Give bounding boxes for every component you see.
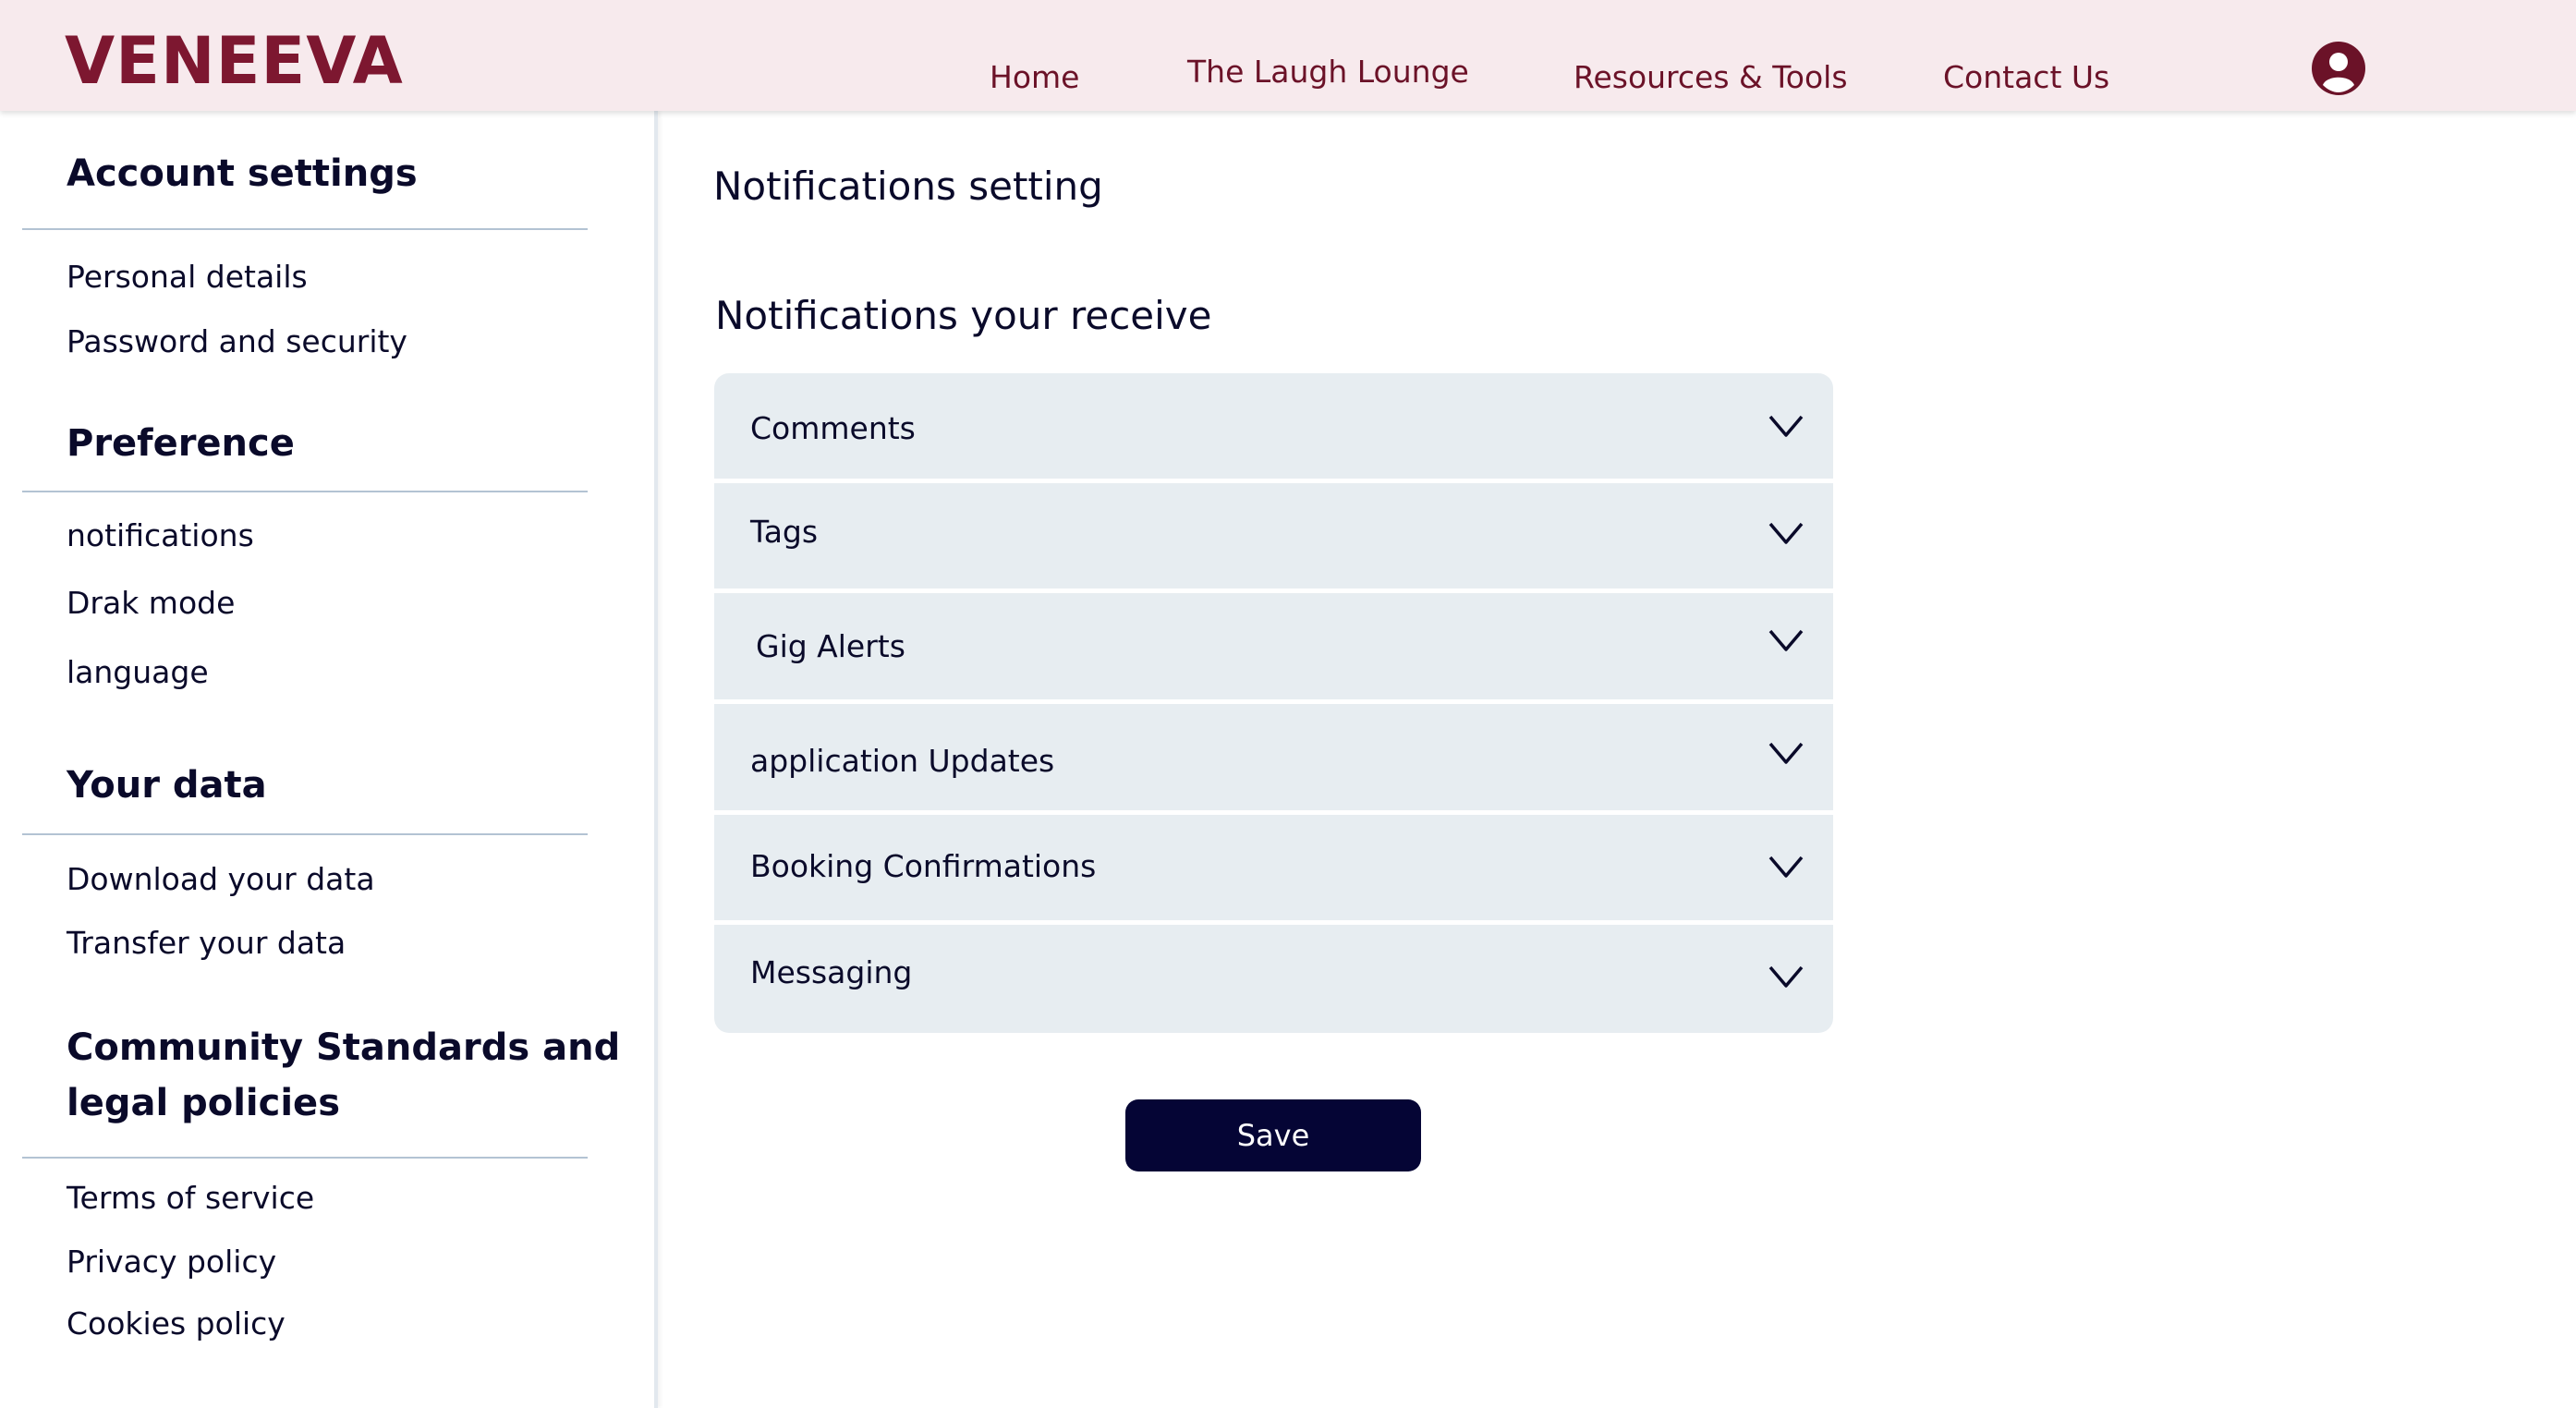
nav-link-home[interactable]: Home — [990, 59, 1079, 96]
accordion-item-gig-alerts[interactable]: Gig Alerts — [714, 593, 1833, 699]
nav-link-resources-tools[interactable]: Resources & Tools — [1574, 59, 1848, 96]
sidebar-item-cookies-policy[interactable]: Cookies policy — [67, 1305, 286, 1342]
sidebar-item-terms-of-service[interactable]: Terms of service — [67, 1180, 314, 1217]
user-circle-icon[interactable] — [2312, 42, 2365, 95]
sidebar-item-notifications[interactable]: notifications — [67, 517, 254, 554]
accordion-item-booking-confirmations[interactable]: Booking Confirmations — [714, 815, 1833, 920]
sidebar-item-personal-details[interactable]: Personal details — [67, 259, 308, 296]
sidebar-item-download-data[interactable]: Download your data — [67, 861, 375, 898]
nav-link-laugh-lounge[interactable]: The Laugh Lounge — [1187, 54, 1469, 91]
chevron-down-icon — [1768, 856, 1804, 878]
sidebar-heading-community-standards: Community Standards and — [67, 1026, 621, 1069]
sidebar-item-dark-mode[interactable]: Drak mode — [67, 585, 235, 622]
sidebar-item-transfer-data[interactable]: Transfer your data — [67, 925, 346, 962]
nav-link-contact-us[interactable]: Contact Us — [1943, 59, 2109, 96]
sidebar-heading-your-data: Your data — [67, 764, 267, 807]
save-button[interactable]: Save — [1125, 1099, 1421, 1171]
sidebar-divider — [22, 1157, 588, 1159]
sidebar-divider — [22, 833, 588, 835]
notifications-accordion: Comments Tags Gig Alerts application Upd… — [714, 373, 1833, 1033]
chevron-down-icon — [1768, 522, 1804, 544]
accordion-label: Tags — [750, 514, 819, 550]
chevron-down-icon — [1768, 415, 1804, 437]
sidebar-item-privacy-policy[interactable]: Privacy policy — [67, 1244, 276, 1281]
sidebar-item-language[interactable]: language — [67, 654, 209, 691]
sidebar-heading-preference: Preference — [67, 422, 295, 465]
accordion-item-application-updates[interactable]: application Updates — [714, 704, 1833, 810]
sidebar-heading-account-settings: Account settings — [67, 152, 418, 195]
chevron-down-icon — [1768, 965, 1804, 988]
accordion-label: Booking Confirmations — [750, 848, 1097, 884]
accordion-label: application Updates — [750, 743, 1055, 779]
accordion-item-comments[interactable]: Comments — [714, 373, 1833, 479]
sidebar-heading-legal-policies: legal policies — [67, 1082, 340, 1124]
accordion-item-tags[interactable]: Tags — [714, 483, 1833, 589]
brand-logo[interactable]: VENEEVA — [65, 24, 404, 98]
accordion-label: Messaging — [750, 954, 913, 990]
sidebar-item-password-security[interactable]: Password and security — [67, 323, 407, 360]
top-navigation-bar: VENEEVA Home The Laugh Lounge Resources … — [0, 0, 2576, 111]
chevron-down-icon — [1768, 629, 1804, 651]
page-title: Notifications setting — [713, 164, 1103, 209]
chevron-down-icon — [1768, 742, 1804, 764]
accordion-item-messaging[interactable]: Messaging — [714, 925, 1833, 1033]
accordion-label: Gig Alerts — [756, 628, 905, 664]
sidebar-divider — [22, 228, 588, 230]
accordion-label: Comments — [750, 410, 916, 446]
sidebar-divider — [22, 491, 588, 492]
section-title: Notifications your receive — [715, 293, 1212, 338]
